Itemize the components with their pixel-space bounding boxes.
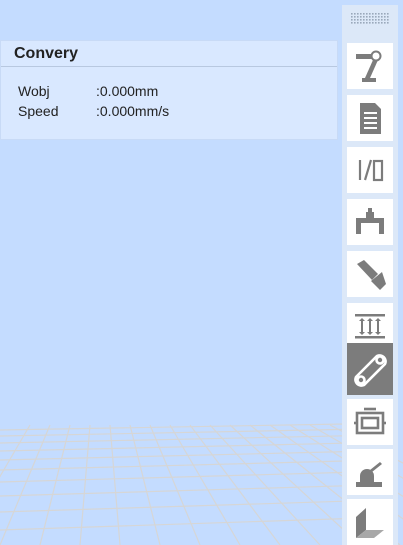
- speed-label: Speed: [18, 103, 59, 119]
- speed-value: :0.000mm/s: [96, 103, 170, 119]
- vacuum-tool-button[interactable]: [347, 251, 393, 297]
- press-icon: [355, 314, 385, 339]
- single-axis-icon: [356, 462, 382, 487]
- gripper-button[interactable]: [347, 199, 393, 245]
- single-axis-button[interactable]: [347, 449, 393, 495]
- speed-row: Speed :0.000mm/s: [18, 101, 337, 121]
- program-button[interactable]: [347, 95, 393, 141]
- wobj-value: :0.000mm: [96, 83, 159, 99]
- conveyor-button[interactable]: [347, 343, 393, 395]
- wobj-label: Wobj: [18, 83, 50, 99]
- surface-button[interactable]: [347, 499, 393, 545]
- robot-arm-button[interactable]: [347, 43, 393, 89]
- motor-icon: [354, 407, 386, 435]
- motor-button[interactable]: [347, 399, 393, 445]
- panel-title: Convery: [1, 41, 337, 67]
- surface-icon: [356, 508, 384, 538]
- io-button[interactable]: [347, 147, 393, 193]
- io-icon: [358, 159, 384, 182]
- robot-arm-icon: [356, 50, 382, 82]
- document-icon: [360, 103, 381, 134]
- gripper-icon: [356, 208, 384, 234]
- vacuum-tool-icon: [357, 260, 386, 290]
- wobj-row: Wobj :0.000mm: [18, 81, 337, 101]
- right-toolbar: [342, 5, 398, 545]
- conveyor-icon: [354, 354, 387, 387]
- conveyor-info-panel: Convery Wobj :0.000mm Speed :0.000mm/s: [0, 40, 338, 140]
- toolbar-grip-handle[interactable]: [350, 12, 390, 26]
